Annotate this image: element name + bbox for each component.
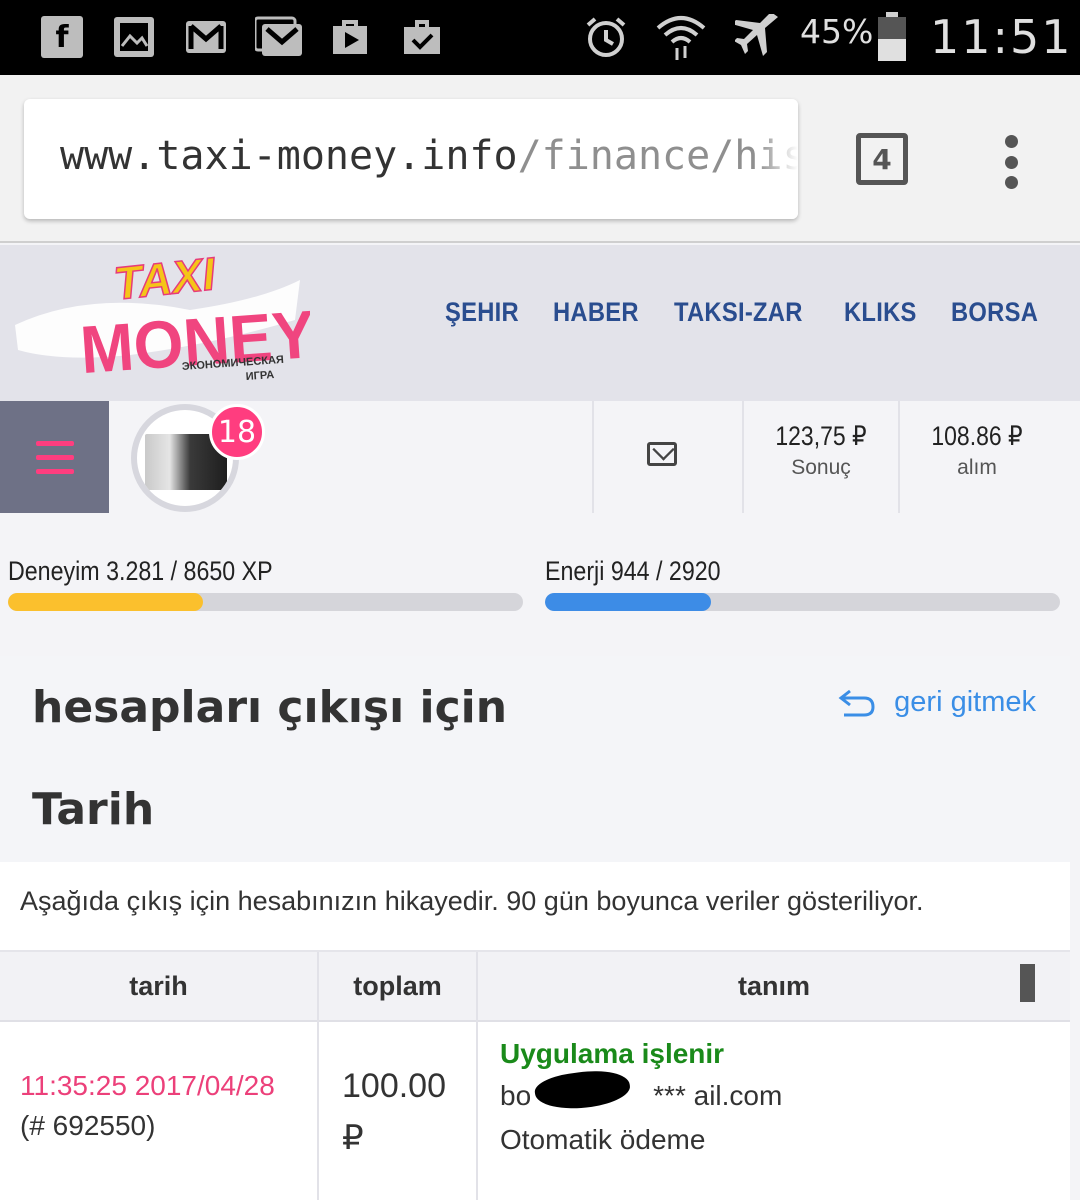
- page-title: hesapları çıkışı için: [32, 682, 508, 733]
- table-row-amount-cell: 100.00 ₽: [342, 1060, 446, 1164]
- svg-text:ИГРА: ИГРА: [245, 369, 274, 383]
- svg-text:TAXI: TAXI: [111, 250, 218, 310]
- notification-badge[interactable]: 18: [209, 404, 265, 460]
- experience-label: Deneyim 3.281 / 8650 XP: [8, 556, 273, 586]
- back-link[interactable]: geri gitmek: [838, 686, 1036, 719]
- alarm-icon: [582, 16, 630, 58]
- history-table: tarih toplam tanım 11:35:25 2017/04/28 (…: [0, 952, 1070, 1200]
- transaction-currency: ₽: [342, 1119, 364, 1157]
- purchase-value: 108.86 ₽: [931, 421, 1023, 451]
- horizontal-scroll-handle[interactable]: [1020, 964, 1035, 1002]
- browser-toolbar: www.taxi-money.info/finance/histo 4: [0, 75, 1080, 243]
- back-link-label: geri gitmek: [894, 686, 1036, 718]
- gmail-stack-icon: [255, 16, 303, 58]
- user-bar: 18 123,75 ₽ Sonuç 108.86 ₽ alım: [0, 401, 1080, 513]
- description-box: Aşağıda çıkış için hesabınızın hikayedir…: [0, 862, 1070, 952]
- nav-link-sehir[interactable]: ŞEHIR: [445, 297, 519, 328]
- wifi-icon: [656, 16, 706, 60]
- column-header-amount[interactable]: toplam: [319, 952, 476, 1022]
- table-row-date-cell: 11:35:25 2017/04/28 (# 692550): [20, 1070, 275, 1142]
- undo-arrow-icon: [838, 688, 876, 718]
- site-header: TAXI MONEY ЭКОНОМИЧЕСКАЯ ИГРА ŞEHIR HABE…: [0, 245, 1080, 401]
- tab-switcher-button[interactable]: 4: [856, 133, 908, 185]
- experience-track: [8, 593, 523, 611]
- gallery-icon: [113, 16, 155, 58]
- facebook-icon: f: [41, 16, 83, 58]
- play-store-icon: [329, 16, 371, 58]
- battery-icon: [876, 12, 908, 61]
- section-title: Tarih: [32, 784, 155, 835]
- address-bar[interactable]: www.taxi-money.info/finance/histo: [24, 99, 798, 219]
- main-nav: ŞEHIR HABER TAKSI-ZAR KLIKS BORSA: [445, 297, 1050, 328]
- transaction-status: Uygulama işlenir: [500, 1038, 725, 1069]
- nav-link-taksi-zar[interactable]: TAKSI-ZAR: [674, 297, 803, 328]
- briefcase-check-icon: [401, 16, 443, 58]
- url-text: www.taxi-money.info/finance/histo: [60, 133, 798, 179]
- column-header-description[interactable]: tanım: [478, 952, 1070, 1022]
- transaction-id: (# 692550): [20, 1110, 156, 1141]
- gmail-icon: [185, 16, 227, 58]
- mail-icon[interactable]: [647, 442, 677, 466]
- nav-link-borsa[interactable]: BORSA: [951, 297, 1038, 328]
- energy-fill: [545, 593, 712, 611]
- description-text: Aşağıda çıkış için hesabınızın hikayedir…: [20, 886, 924, 916]
- overflow-menu-icon[interactable]: [998, 135, 1024, 189]
- transaction-payment-type: Otomatik ödeme: [500, 1124, 706, 1155]
- balance-stat[interactable]: 123,75 ₽ Sonuç: [744, 421, 898, 480]
- purchase-stat[interactable]: 108.86 ₽ alım: [900, 421, 1054, 480]
- content-panel: hesapları çıkışı için geri gitmek Tarih: [0, 656, 1070, 862]
- transaction-amount: 100.00: [342, 1067, 446, 1105]
- battery-percent: 45%: [800, 12, 874, 51]
- energy-label: Enerji 944 / 2920: [545, 556, 721, 586]
- balance-value: 123,75 ₽: [775, 421, 867, 451]
- svg-text:MONEY: MONEY: [78, 296, 310, 387]
- url-host: www.taxi-money.info: [60, 133, 518, 179]
- transaction-datetime: 11:35:25 2017/04/28: [20, 1070, 275, 1101]
- status-bar: f 45% 11:51: [0, 0, 1080, 75]
- airplane-mode-icon: [735, 14, 781, 58]
- purchase-label: alım: [957, 456, 997, 479]
- experience-fill: [8, 593, 204, 611]
- nav-link-kliks[interactable]: KLIKS: [844, 297, 917, 328]
- balance-label: Sonuç: [791, 456, 851, 479]
- url-path: /finance/histo: [517, 133, 798, 179]
- taxi-money-logo[interactable]: TAXI MONEY ЭКОНОМИЧЕСКАЯ ИГРА: [10, 246, 317, 395]
- nav-link-haber[interactable]: HABER: [553, 297, 639, 328]
- clock: 11:51: [930, 10, 1073, 64]
- hamburger-menu-button[interactable]: [0, 401, 109, 513]
- experience-progress: Deneyim 3.281 / 8650 XP: [8, 556, 523, 611]
- energy-progress: Enerji 944 / 2920: [545, 556, 1060, 611]
- energy-track: [545, 593, 1060, 611]
- column-header-date[interactable]: tarih: [0, 952, 317, 1022]
